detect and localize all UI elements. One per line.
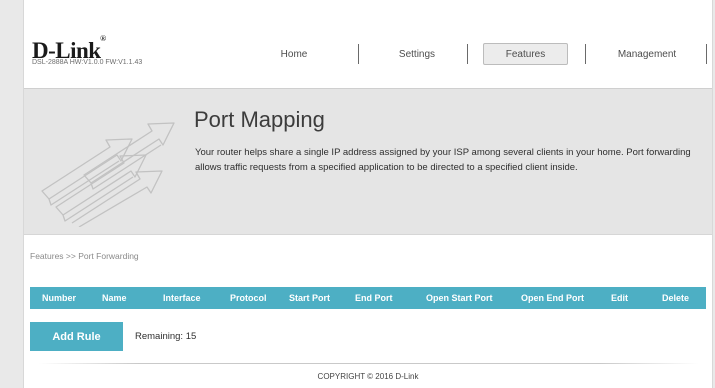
col-delete: Delete <box>662 293 690 303</box>
col-start-port: Start Port <box>289 293 331 303</box>
copyright: COPYRIGHT © 2016 D-Link <box>317 372 419 381</box>
nav-settings[interactable]: Settings <box>362 43 472 65</box>
page-description: Your router helps share a single IP addr… <box>195 147 691 173</box>
banner: Port Mapping Your router helps share a s… <box>24 88 712 235</box>
col-interface: Interface <box>163 293 201 303</box>
port-forwarding-arrows-icon <box>41 122 175 227</box>
col-edit: Edit <box>611 293 628 303</box>
col-number: Number <box>42 293 77 303</box>
page-container: D-Link ® DSL-2888A HW:V1.0.0 FW:V1.1.43 H… <box>23 0 713 388</box>
col-protocol: Protocol <box>230 293 267 303</box>
remaining-count: Remaining: 15 <box>135 331 197 342</box>
nav-features[interactable]: Features <box>483 43 568 65</box>
nav-divider <box>585 44 586 64</box>
col-open-end-port: Open End Port <box>521 293 584 303</box>
add-rule-button[interactable]: Add Rule <box>30 322 123 351</box>
model-info: DSL-2888A HW:V1.0.0 FW:V1.1.43 <box>32 59 143 66</box>
nav-divider <box>358 44 359 64</box>
nav-management[interactable]: Management <box>592 43 702 65</box>
page-title: Port Mapping <box>194 107 325 132</box>
nav-home[interactable]: Home <box>234 43 354 65</box>
registered-mark: ® <box>100 34 106 43</box>
breadcrumb[interactable]: Features >> Port Forwarding <box>30 251 139 261</box>
nav-divider <box>706 44 707 64</box>
table-header: Number Name Interface Protocol Start Por… <box>30 287 706 309</box>
col-end-port: End Port <box>355 293 393 303</box>
footer-divider <box>39 363 699 364</box>
col-name: Name <box>102 293 127 303</box>
nav-divider <box>467 44 468 64</box>
col-open-start-port: Open Start Port <box>426 293 493 303</box>
